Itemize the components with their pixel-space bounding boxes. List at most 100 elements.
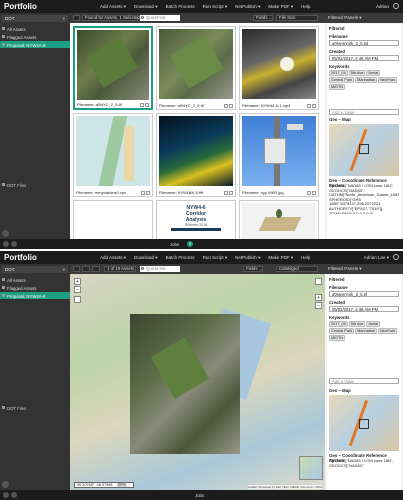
keyword-chip[interactable]: Aerial xyxy=(366,321,381,327)
flag-icon[interactable] xyxy=(307,191,311,195)
zoom-in-button[interactable]: + xyxy=(74,278,81,285)
menu-help[interactable]: Help xyxy=(301,4,310,10)
fullscreen-icon[interactable] xyxy=(74,296,81,303)
user-menu[interactable]: Adrian xyxy=(376,4,389,9)
thumbnail-card[interactable]: Filename: NYW44-6-1.mp4 xyxy=(239,26,319,110)
sidebar-item-flagged[interactable]: Flagged Assets xyxy=(0,33,70,40)
keyword-chip[interactable]: NewYork xyxy=(378,328,398,334)
grid-view-icon[interactable] xyxy=(82,266,90,272)
download-icon[interactable] xyxy=(146,191,150,195)
download-icon[interactable] xyxy=(312,191,316,195)
sidebar-item-dot-files[interactable]: DOT Files xyxy=(0,181,70,188)
menu-run-script[interactable]: Run Script ▾ xyxy=(203,255,228,261)
sidebar-item-dot-files[interactable]: DOT Files xyxy=(0,404,70,411)
download-icon[interactable] xyxy=(229,104,233,108)
search-input[interactable]: QuickFind xyxy=(140,15,180,21)
panel-header-label[interactable]: Filtered Panels ▾ xyxy=(328,266,362,271)
flag-icon[interactable] xyxy=(140,103,144,107)
add-value-field[interactable]: Add a Value xyxy=(329,109,399,115)
download-icon[interactable] xyxy=(229,191,233,195)
menu-add-assets[interactable]: Add Assets ▾ xyxy=(100,255,126,261)
map-view[interactable]: + − + − 30.20768° -48.37968 GPS Leaflet … xyxy=(70,274,325,490)
menu-help[interactable]: Help xyxy=(301,255,310,261)
jobs-label[interactable]: Jobs xyxy=(195,493,204,498)
keyword-chip[interactable]: MIDTN xyxy=(329,335,346,341)
keyword-chip[interactable]: MIDTN xyxy=(329,84,346,90)
thumbnail-card[interactable]: Filename: a0NYC_2_5.tif xyxy=(73,26,153,110)
panel-header-label[interactable]: Filtered Panels ▾ xyxy=(328,15,362,20)
thumbnail-card[interactable]: Filename: a0NYC_2_5.tif xyxy=(156,26,236,110)
sidebar-item-proposal[interactable]: Proposal: NYW4A-8 xyxy=(0,41,70,48)
thumbnail-card[interactable]: NYW4-6 Corridor Analysis Summer 2018 xyxy=(156,200,236,240)
menu-download[interactable]: Download ▾ xyxy=(134,4,158,10)
created-field[interactable]: 05/02/2017, 2:48 AM PM xyxy=(329,306,399,312)
sidebar-item-proposal[interactable]: Proposal: NYW4A-8 xyxy=(0,292,70,299)
sort-select[interactable]: File Size xyxy=(276,15,318,21)
add-icon[interactable] xyxy=(2,230,9,237)
sidebar-item-all-assets[interactable]: All Assets xyxy=(0,276,70,283)
search-input[interactable]: QuickFind xyxy=(140,266,180,272)
layers-icon[interactable] xyxy=(315,278,322,285)
flag-icon[interactable] xyxy=(224,191,228,195)
download-icon[interactable] xyxy=(145,103,149,107)
gear-icon[interactable] xyxy=(393,3,399,9)
geo-minimap[interactable] xyxy=(329,124,399,176)
menu-add-assets[interactable]: Add Assets ▾ xyxy=(100,4,126,10)
keyword-chip[interactable]: Central Park xyxy=(329,328,355,334)
select-all-checkbox[interactable] xyxy=(73,266,80,272)
keyword-chip[interactable]: Central Park xyxy=(329,77,355,83)
add-icon[interactable] xyxy=(2,481,9,488)
map-view-icon[interactable] xyxy=(92,266,100,272)
keyword-chip[interactable]: 5th Ave xyxy=(348,70,366,76)
sidebar-item-all-assets[interactable]: All Assets xyxy=(0,25,70,32)
menu-netpublish[interactable]: NetPublish ▾ xyxy=(235,4,260,10)
thumbnail-card[interactable] xyxy=(73,200,153,240)
zoom-out-button[interactable]: − xyxy=(74,286,81,293)
created-field[interactable]: 05/02/2017, 2:48 AM PM xyxy=(329,55,399,61)
keyword-chip[interactable]: 5th Ave xyxy=(348,321,366,327)
keyword-chip[interactable]: NewYork xyxy=(378,77,398,83)
keyword-chip[interactable]: Manhattan xyxy=(355,328,378,334)
keyword-chip[interactable]: Aerial xyxy=(366,70,381,76)
remove-icon[interactable] xyxy=(11,241,17,247)
overview-map[interactable] xyxy=(299,456,323,480)
catalog-select[interactable]: DOT ▾ xyxy=(2,15,68,22)
keyword-chip[interactable]: Manhattan xyxy=(355,77,378,83)
sidebar-item-flagged[interactable]: Flagged Assets xyxy=(0,284,70,291)
fields-button[interactable]: Fields ... xyxy=(243,266,263,272)
sort-select[interactable]: Cataloged xyxy=(276,266,318,272)
keyword-chip[interactable]: 2017_04 xyxy=(329,321,348,327)
filename-field[interactable]: a0NewYork_2_5.tif xyxy=(329,291,399,297)
select-all-checkbox[interactable] xyxy=(73,15,80,21)
play-icon[interactable] xyxy=(280,57,294,71)
remove-icon[interactable] xyxy=(11,492,17,498)
fields-button[interactable]: Fields ... xyxy=(253,15,273,21)
thumbnail-card[interactable]: Filename: nyy-MKR.jpg xyxy=(239,113,319,197)
flag-icon[interactable] xyxy=(141,191,145,195)
thumbnail-card[interactable]: Filename: NYM1BK-5.tiff xyxy=(156,113,236,197)
menu-netpublish[interactable]: NetPublish ▾ xyxy=(235,255,260,261)
download-icon[interactable] xyxy=(312,104,316,108)
catalog-select[interactable]: DOT ▾ xyxy=(2,266,68,273)
menu-batch-process[interactable]: Batch Process xyxy=(166,255,195,261)
menu-download[interactable]: Download ▾ xyxy=(134,255,158,261)
add-icon[interactable] xyxy=(3,492,9,498)
filename-field[interactable]: a0NewYork_2_5.tid xyxy=(329,40,399,46)
add-value-field[interactable]: Add a Value xyxy=(329,378,399,384)
zoom-out-button[interactable]: − xyxy=(315,302,322,309)
keyword-chip[interactable]: 2017_04 xyxy=(329,70,348,76)
add-icon[interactable] xyxy=(3,241,9,247)
menu-run-script[interactable]: Run Script ▾ xyxy=(203,4,228,10)
thumbnail-card[interactable] xyxy=(239,200,319,240)
jobs-label[interactable]: Jobs xyxy=(170,242,179,247)
zoom-in-button[interactable]: + xyxy=(315,294,322,301)
geo-minimap[interactable] xyxy=(329,395,399,451)
thumbnail-card[interactable]: Filename: mrnycta4ms0.xps xyxy=(73,113,153,197)
menu-make-pdf[interactable]: Make PDF ▾ xyxy=(268,255,293,261)
gear-icon[interactable] xyxy=(393,254,399,260)
menu-batch-process[interactable]: Batch Process xyxy=(166,4,195,10)
menu-make-pdf[interactable]: Make PDF ▾ xyxy=(268,4,293,10)
gps-button[interactable]: GPS xyxy=(116,483,127,487)
flag-icon[interactable] xyxy=(224,104,228,108)
user-menu[interactable]: Adrian Lee ▾ xyxy=(364,255,389,261)
